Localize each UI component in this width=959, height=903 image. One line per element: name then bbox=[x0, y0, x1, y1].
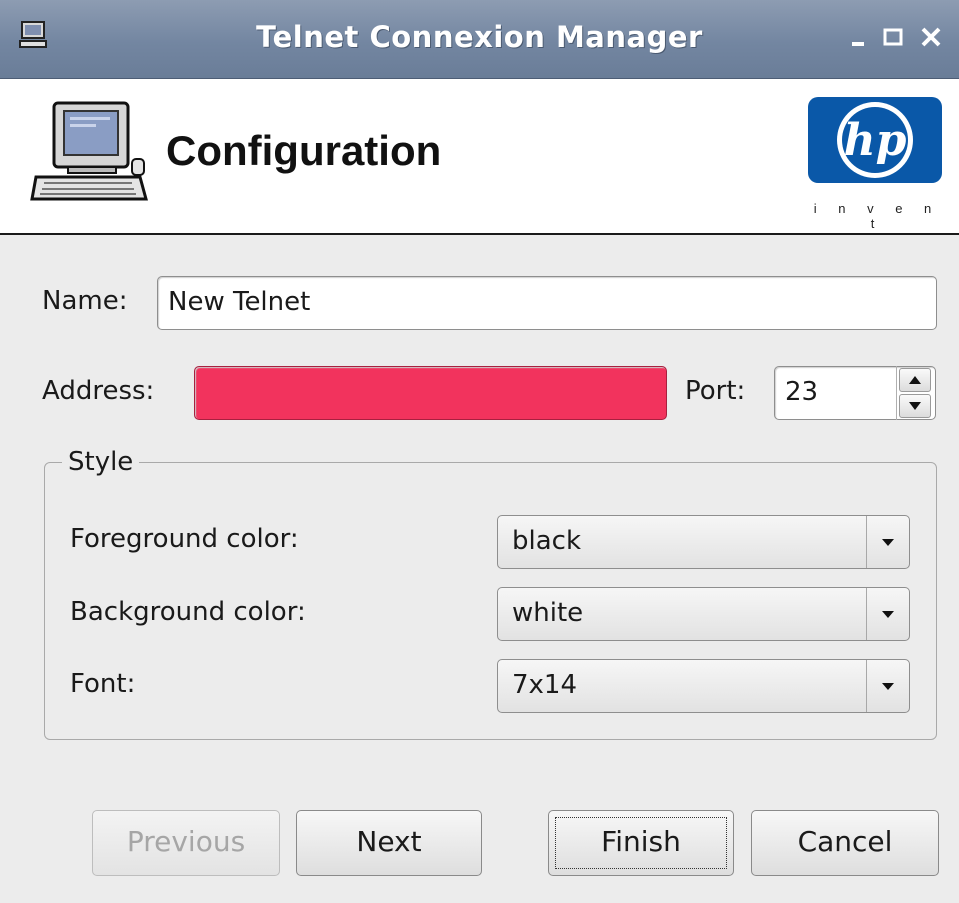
workstation-icon bbox=[28, 99, 152, 207]
minimize-icon[interactable] bbox=[846, 22, 872, 52]
dropdown-arrow-icon[interactable] bbox=[866, 516, 909, 568]
window-title: Telnet Connexion Manager bbox=[256, 20, 703, 54]
foreground-color-select[interactable]: black bbox=[497, 515, 910, 569]
hp-logo-text: hp bbox=[844, 115, 907, 166]
foreground-color-value: black bbox=[512, 526, 582, 556]
wizard-header: Configuration hp i n v e n t bbox=[0, 79, 959, 235]
page-title: Configuration bbox=[166, 127, 442, 174]
name-label: Name: bbox=[42, 286, 128, 316]
port-spin-buttons[interactable] bbox=[896, 366, 935, 420]
finish-button[interactable]: Finish bbox=[548, 810, 734, 876]
name-input[interactable]: New Telnet bbox=[157, 276, 937, 330]
hp-tagline: i n v e n t bbox=[813, 201, 941, 231]
previous-button[interactable]: Previous bbox=[92, 810, 280, 876]
cancel-button[interactable]: Cancel bbox=[751, 810, 939, 876]
font-value: 7x14 bbox=[512, 670, 578, 700]
address-label: Address: bbox=[42, 376, 155, 406]
spin-down-icon[interactable] bbox=[899, 394, 931, 418]
font-select[interactable]: 7x14 bbox=[497, 659, 910, 713]
next-button[interactable]: Next bbox=[296, 810, 482, 876]
port-label: Port: bbox=[685, 376, 746, 406]
title-bar[interactable]: Telnet Connexion Manager bbox=[0, 0, 959, 79]
maximize-icon[interactable] bbox=[880, 22, 906, 52]
font-label: Font: bbox=[70, 669, 136, 699]
background-color-value: white bbox=[512, 598, 584, 628]
background-color-label: Background color: bbox=[70, 597, 306, 627]
address-input[interactable] bbox=[194, 366, 667, 420]
background-color-select[interactable]: white bbox=[497, 587, 910, 641]
port-value: 23 bbox=[785, 377, 819, 407]
dropdown-arrow-icon[interactable] bbox=[866, 588, 909, 640]
foreground-color-label: Foreground color: bbox=[70, 524, 299, 554]
close-icon[interactable] bbox=[918, 22, 944, 52]
dropdown-arrow-icon[interactable] bbox=[866, 660, 909, 712]
style-legend: Style bbox=[62, 447, 140, 477]
spin-up-icon[interactable] bbox=[899, 368, 931, 392]
